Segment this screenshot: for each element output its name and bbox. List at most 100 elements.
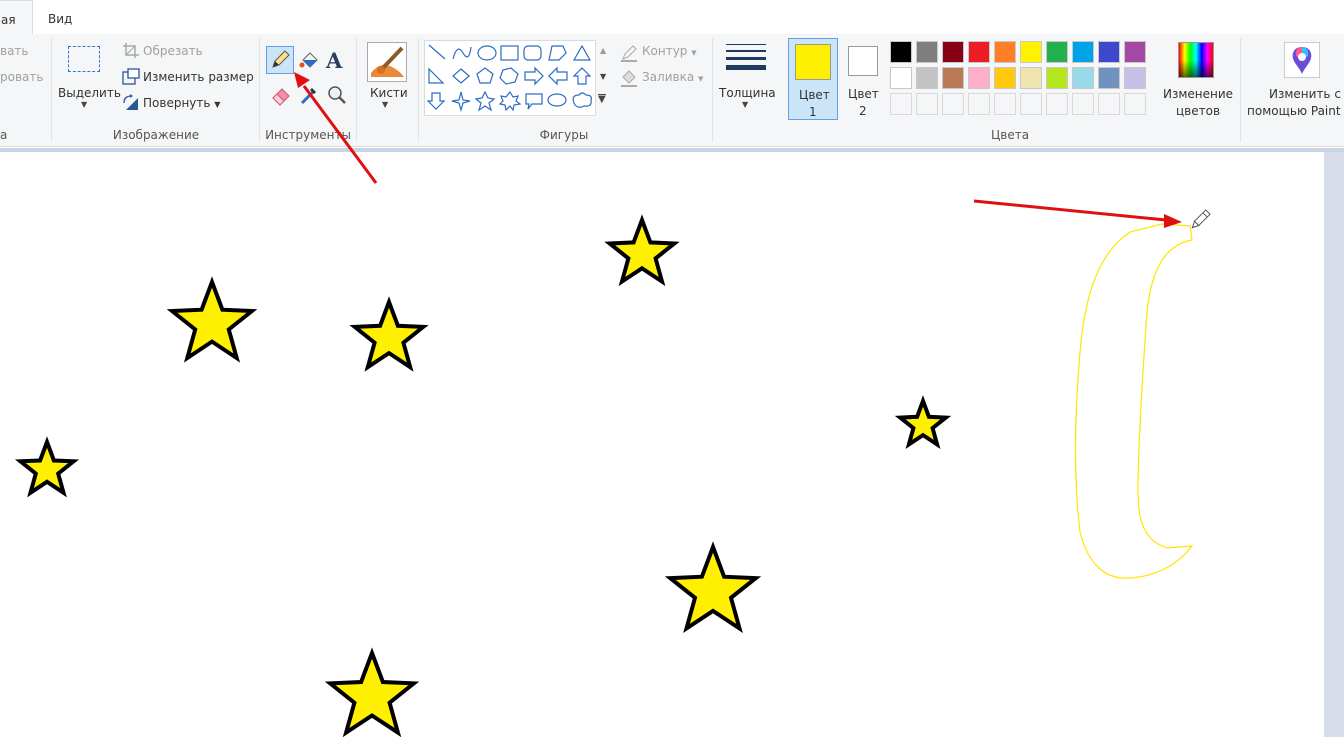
palette-swatch[interactable] xyxy=(1020,67,1042,89)
select-button[interactable]: Выделить ▼ xyxy=(56,40,121,118)
palette-swatch[interactable] xyxy=(942,67,964,89)
palette-custom-slot[interactable] xyxy=(1072,93,1094,115)
magnifier-icon[interactable] xyxy=(326,84,348,106)
palette-swatch[interactable] xyxy=(1098,67,1120,89)
palette-swatch[interactable] xyxy=(1046,41,1068,63)
shapes-gallery[interactable] xyxy=(424,40,596,116)
palette-custom-slot[interactable] xyxy=(1046,93,1068,115)
shapes-expand-icon[interactable]: ▼ xyxy=(598,94,606,105)
color-spectrum-icon xyxy=(1178,42,1214,78)
rotate-button[interactable]: Повернуть ▼ xyxy=(143,96,220,110)
color1-swatch xyxy=(795,44,831,80)
palette-custom-slot[interactable] xyxy=(994,93,1016,115)
palette-swatch[interactable] xyxy=(890,67,912,89)
paint3d-icon xyxy=(1284,42,1320,78)
size-label: Толщина xyxy=(719,86,776,100)
paint3d-button[interactable]: Изменить с помощью Paint 3D xyxy=(1244,38,1344,120)
fill-bucket-icon[interactable] xyxy=(298,50,320,72)
shapes-scroll-down-icon[interactable]: ▼ xyxy=(600,72,606,81)
resize-icon xyxy=(122,68,140,86)
paint3d-label-line2: помощью Paint 3D xyxy=(1247,104,1344,118)
palette-swatch[interactable] xyxy=(1072,41,1094,63)
color2-label-line1: Цвет xyxy=(848,87,879,101)
copy-label-fragment[interactable]: ровать xyxy=(0,70,43,84)
tools-group-label: Инструменты xyxy=(265,128,351,142)
color2-swatch xyxy=(848,46,878,76)
palette-swatch[interactable] xyxy=(1072,67,1094,89)
palette-custom-slot[interactable] xyxy=(968,93,990,115)
chevron-down-icon: ▼ xyxy=(698,75,704,83)
color1-button[interactable]: Цвет 1 xyxy=(788,38,838,120)
chevron-down-icon: ▼ xyxy=(742,100,749,109)
group-separator xyxy=(51,38,52,142)
palette-custom-slot[interactable] xyxy=(890,93,912,115)
resize-button[interactable]: Изменить размер xyxy=(143,70,254,84)
pencil-cursor-icon xyxy=(1191,209,1211,229)
tab-home[interactable]: ая xyxy=(0,0,33,36)
color-picker-icon[interactable] xyxy=(298,84,320,106)
palette-swatch[interactable] xyxy=(994,67,1016,89)
palette-custom-slot[interactable] xyxy=(1098,93,1120,115)
group-separator xyxy=(259,38,260,142)
palette-custom-slot[interactable] xyxy=(942,93,964,115)
drawing-canvas[interactable] xyxy=(0,152,1324,737)
pencil-tool-button[interactable] xyxy=(266,46,294,74)
select-icon xyxy=(68,46,100,72)
palette-swatch[interactable] xyxy=(1124,41,1146,63)
edit-colors-label-line2: цветов xyxy=(1176,104,1221,118)
palette-swatch[interactable] xyxy=(942,41,964,63)
outline-label: Контур xyxy=(642,44,688,58)
palette-swatch[interactable] xyxy=(1020,41,1042,63)
colors-group-label: Цвета xyxy=(990,128,1030,142)
rotate-label: Повернуть xyxy=(143,96,211,110)
paste-label-fragment[interactable]: вать xyxy=(0,44,29,58)
chevron-down-icon: ▼ xyxy=(382,100,389,109)
workspace-margin xyxy=(1324,152,1344,737)
palette-custom-slot[interactable] xyxy=(1124,93,1146,115)
crop-button[interactable]: Обрезать xyxy=(143,44,203,58)
color1-label-line2: 1 xyxy=(809,105,817,119)
brush-icon xyxy=(367,42,407,82)
tab-view[interactable]: Вид xyxy=(48,0,78,34)
shapes-scroll-up-icon[interactable]: ▲ xyxy=(600,46,606,55)
group-separator xyxy=(712,38,713,142)
group-separator xyxy=(1240,38,1241,142)
edit-colors-label-line1: Изменение xyxy=(1163,87,1234,101)
palette-swatch[interactable] xyxy=(968,67,990,89)
palette-swatch[interactable] xyxy=(1046,67,1068,89)
fill-icon xyxy=(620,69,638,87)
star-shape xyxy=(894,395,952,450)
chevron-down-icon: ▼ xyxy=(691,49,697,57)
palette-swatch[interactable] xyxy=(916,67,938,89)
clipboard-group-label: а xyxy=(0,128,8,142)
fill-button[interactable]: Заливка ▼ xyxy=(642,70,703,84)
ribbon: вать ровать а Выделить ▼ Обрезать Измени… xyxy=(0,34,1344,147)
text-tool-icon[interactable]: A xyxy=(326,48,342,73)
brushes-button[interactable]: Кисти ▼ xyxy=(361,38,413,118)
palette-swatch[interactable] xyxy=(1124,67,1146,89)
outline-button[interactable]: Контур ▼ xyxy=(642,44,697,58)
palette-swatch[interactable] xyxy=(994,41,1016,63)
palette-custom-slot[interactable] xyxy=(916,93,938,115)
select-label: Выделить xyxy=(58,86,121,100)
edit-colors-button[interactable]: Изменение цветов xyxy=(1160,38,1236,120)
tab-home-label: ая xyxy=(1,13,16,27)
palette-swatch[interactable] xyxy=(968,41,990,63)
color2-button[interactable]: Цвет 2 xyxy=(840,38,886,120)
eraser-icon[interactable] xyxy=(270,84,292,106)
moon-pencil-outline xyxy=(1074,223,1194,579)
star-shape xyxy=(324,647,420,737)
star-shape xyxy=(14,436,80,498)
color2-label-line2: 2 xyxy=(859,104,867,118)
rotate-icon xyxy=(122,94,140,112)
chevron-down-icon: ▼ xyxy=(214,100,221,109)
palette-swatch[interactable] xyxy=(1098,41,1120,63)
star-shape xyxy=(664,541,762,634)
palette-swatch[interactable] xyxy=(916,41,938,63)
fill-label: Заливка xyxy=(642,70,695,84)
star-shape xyxy=(166,276,258,363)
size-button[interactable]: Толщина ▼ xyxy=(716,38,776,118)
group-separator xyxy=(356,38,357,142)
palette-swatch[interactable] xyxy=(890,41,912,63)
palette-custom-slot[interactable] xyxy=(1020,93,1042,115)
